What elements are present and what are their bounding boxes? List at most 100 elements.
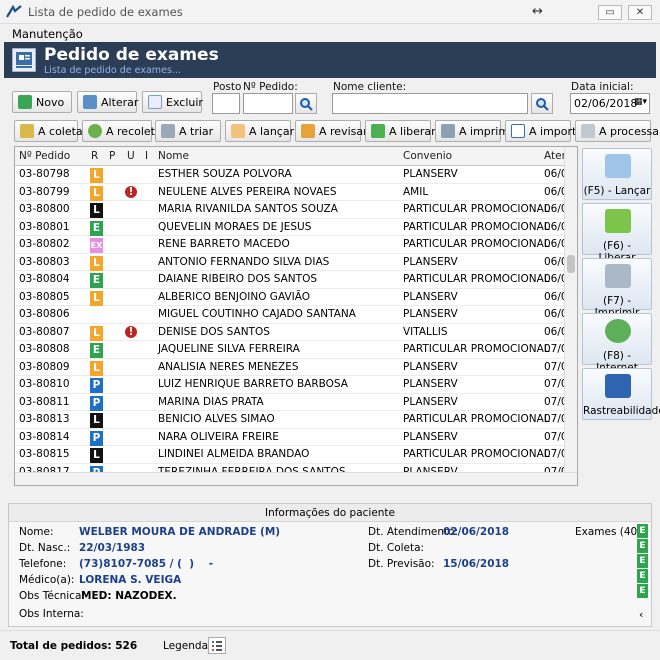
scroll-thumb[interactable] (567, 255, 575, 273)
legend-button[interactable] (208, 637, 226, 654)
excluir-label: Excluir (166, 95, 203, 109)
table-row[interactable]: 03-80813 L BENICIO ALVES SIMAO PARTICULAR P… (15, 411, 577, 429)
status-badge: L (90, 203, 103, 218)
alterar-button[interactable]: Alterar (77, 91, 138, 113)
page-header: Pedido de exames Lista de pedido de exam… (4, 42, 656, 78)
resize-icon[interactable]: ↔ (532, 4, 543, 19)
table-row[interactable]: 03-80803 L ANTONIO FERNANDO SILVA DIAS PLAN… (15, 254, 577, 271)
table-row[interactable]: 03-80798 L ESTHER SOUZA POLVORA PLANSERV 06/… (15, 166, 577, 184)
table-row[interactable]: 03-80806 MIGUEL COUTINHO CAJADO SANTANA PL… (15, 306, 577, 324)
col-u[interactable]: U (127, 150, 135, 162)
cliente-search-button[interactable] (531, 93, 553, 114)
table-row[interactable]: 03-80810 P LUIZ HENRIQUE BARRETO BARBOSA PL… (15, 376, 577, 394)
convenio-cell: PLANSERV (403, 378, 458, 390)
restore-button[interactable]: ▭ (598, 5, 622, 20)
table-row[interactable]: 03-80811 P MARINA DIAS PRATA PLANSERV 07/0 (15, 394, 577, 411)
table-row[interactable]: 03-80799 L! NEULENE ALVES PEREIRA NOVAES AM… (15, 184, 577, 201)
a-triar-label: A triar (179, 124, 214, 138)
hand-icon (231, 124, 245, 138)
table-row[interactable]: 03-80807 L! DENISE DOS SANTOS VITALLIS 06/0 (15, 324, 577, 341)
refresh-icon (88, 124, 102, 138)
search-icon (300, 97, 313, 111)
legenda-label: Legenda: (163, 640, 212, 652)
page-subtitle: Lista de pedido de exames... (44, 65, 181, 76)
posto-input[interactable] (212, 93, 240, 114)
pedido-cell: 03-80810 (19, 378, 70, 390)
pedido-input[interactable] (243, 93, 293, 114)
a-importar-button[interactable]: A importar (505, 120, 588, 142)
liberar-f6-button[interactable]: (F6) - Liberar (582, 203, 652, 264)
convenio-cell: PARTICULAR PROMOCIONAL (403, 220, 550, 233)
convenio-cell: PARTICULAR PROMOCIONAL (403, 413, 550, 425)
pedido-cell: 03-80807 (19, 325, 70, 338)
a-processar-button[interactable]: A processar (575, 120, 660, 142)
a-revisar-button[interactable]: A revisar (295, 120, 368, 142)
a-liberar-button[interactable]: A liberar (365, 120, 436, 142)
cliente-input[interactable] (332, 93, 528, 114)
coleta-label: Dt. Coleta: (368, 542, 425, 554)
pedido-search-button[interactable] (295, 93, 317, 114)
table-row[interactable]: 03-80805 L ALBERICO BENJOINO GAVIÃO PLANSER… (15, 289, 577, 306)
excluir-button[interactable]: Excluir (142, 91, 203, 113)
a-lancar-button[interactable]: A lançar (225, 120, 295, 142)
col-r[interactable]: R (91, 150, 98, 162)
table-row[interactable]: 03-80809 L ANALISIA NERES MENEZES PLANSERV 0… (15, 359, 577, 376)
table-row[interactable]: 03-80802 EX RENE BARRETO MACEDO PARTICULAR … (15, 236, 577, 254)
import-icon (511, 124, 525, 138)
app-logo-icon (6, 5, 22, 18)
close-button[interactable]: ✕ (628, 5, 652, 20)
table-row[interactable]: 03-80800 L MARIA RIVANILDA SANTOS SOUZA PAR… (15, 201, 577, 219)
pedido-cell: 03-80814 (19, 430, 70, 443)
add-icon (18, 95, 32, 109)
a-recoletar-button[interactable]: A recoletar (82, 120, 166, 142)
printer-icon (441, 124, 455, 138)
a-imprimir-button[interactable]: A imprimir (435, 120, 517, 142)
a-processar-label: A processar (599, 124, 660, 138)
a-lancar-label: A lançar (249, 124, 295, 138)
a-triar-button[interactable]: A triar (155, 120, 221, 142)
pedido-cell: 03-80801 (19, 220, 70, 233)
calendar-dropdown-icon[interactable]: ▦▾ (634, 97, 647, 107)
telefone-label: Telefone: (19, 558, 67, 570)
obs-tecnica-label: Obs Técnica: (19, 590, 85, 602)
convenio-cell: PLANSERV (403, 360, 458, 373)
status-badge: L (90, 185, 103, 201)
col-nome[interactable]: Nome (158, 150, 189, 162)
table-row[interactable]: 03-80801 E QUEVELIN MORAES DE JESUS PARTICU… (15, 219, 577, 236)
rastreabilidade-button[interactable]: Rastreabilidade (582, 368, 660, 420)
nome-cell: ESTHER SOUZA POLVORA (158, 168, 292, 180)
table-row[interactable]: 03-80814 P NARA OLIVEIRA FREIRE PLANSERV 07/… (15, 429, 577, 446)
imprimir-f7-button[interactable]: (F7) - Imprimir (582, 258, 652, 319)
table-row[interactable]: 03-80808 E JAQUELINE SILVA FERREIRA PARTICU… (15, 341, 577, 359)
data-inicial-input[interactable]: 02/06/2018 ▦▾ (570, 93, 650, 114)
footprint-icon (605, 374, 631, 398)
review-icon (301, 124, 315, 138)
table-row[interactable]: 03-80804 E DAIANE RIBEIRO DOS SANTOS PARTIC… (15, 271, 577, 289)
exam-status-badge: E (637, 554, 648, 568)
col-i[interactable]: I (145, 150, 148, 162)
pedido-cell: 03-80798 (19, 168, 70, 180)
edit-icon (83, 95, 97, 109)
page-title: Pedido de exames (44, 45, 219, 65)
status-badge: E (90, 273, 103, 288)
lancar-f5-button[interactable]: (F5) - Lançar (582, 148, 652, 200)
horizontal-scrollbar[interactable] (15, 472, 577, 485)
a-liberar-label: A liberar (389, 124, 436, 138)
flask-icon (20, 124, 34, 138)
novo-button[interactable]: Novo (12, 91, 72, 113)
col-p[interactable]: P (109, 150, 115, 162)
col-pedido[interactable]: Nº Pedido (19, 150, 70, 162)
vertical-scrollbar[interactable] (564, 147, 577, 485)
collapse-icon[interactable]: ‹ (639, 608, 643, 621)
internet-f8-button[interactable]: (F8) - Internet (582, 313, 652, 374)
convenio-cell: PLANSERV (403, 430, 458, 443)
table-row[interactable]: 03-80815 L LINDINEI ALMEIDA BRANDAO PARTICU… (15, 446, 577, 464)
col-convenio[interactable]: Convenio (403, 150, 452, 162)
exam-status-badge: E (637, 539, 648, 553)
hand-pointer-icon (605, 154, 631, 178)
convenio-cell: VITALLIS (403, 325, 448, 338)
nome-cell: NEULENE ALVES PEREIRA NOVAES (158, 185, 337, 198)
menu-manutencao[interactable]: Manutenção (12, 27, 83, 41)
a-coletar-button[interactable]: A coletar (14, 120, 87, 142)
nome-cell: DENISE DOS SANTOS (158, 325, 270, 338)
